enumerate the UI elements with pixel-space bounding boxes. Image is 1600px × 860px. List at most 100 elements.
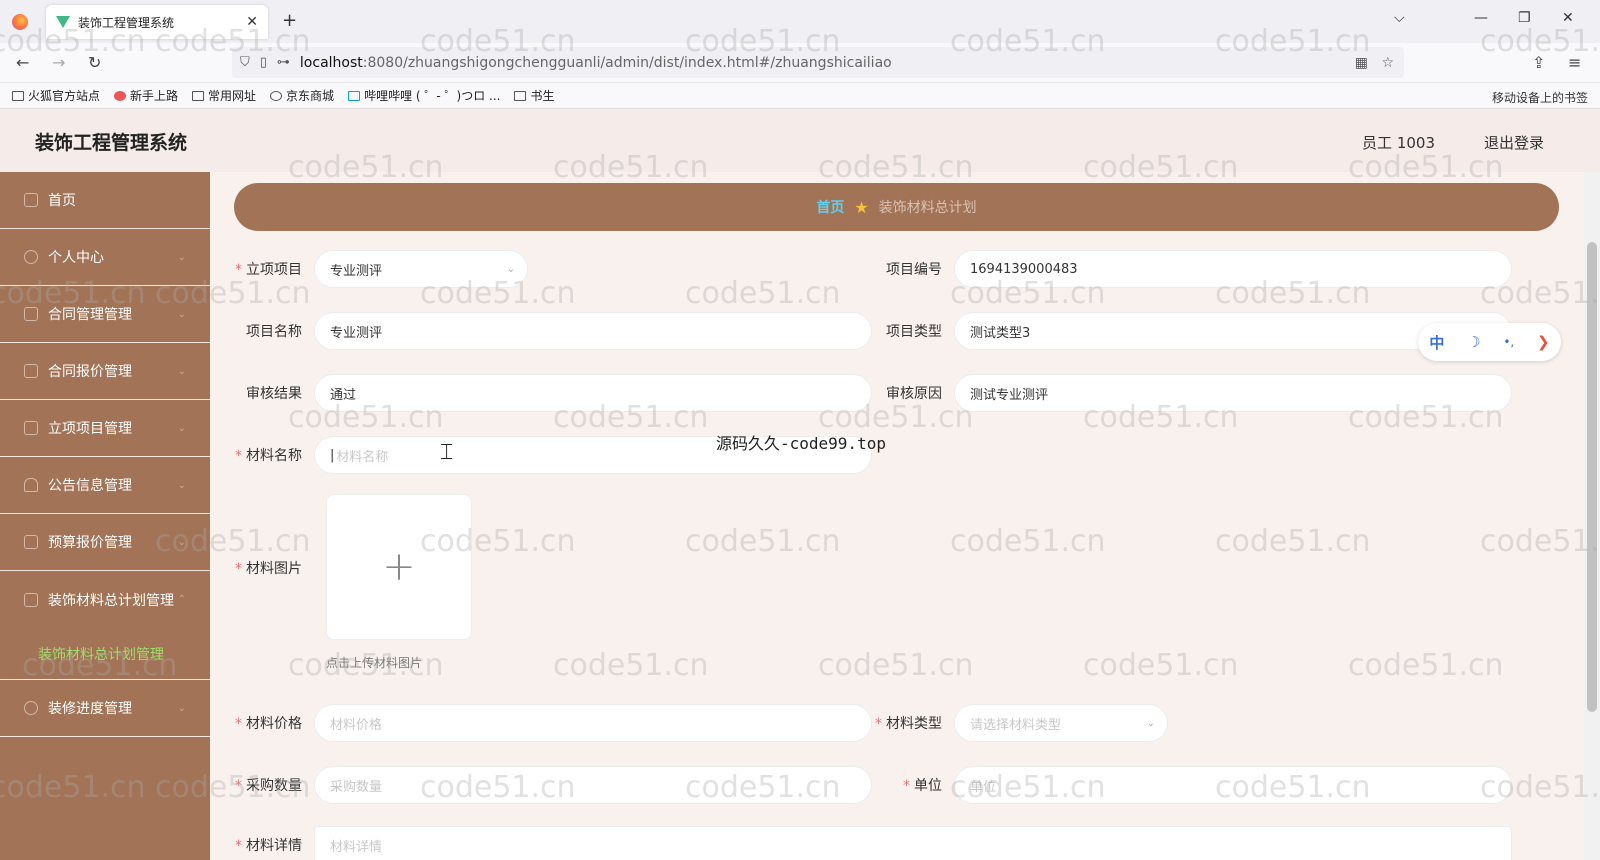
restore-icon[interactable]: ❐ [1518, 10, 1531, 26]
upload-hint: 点击上传材料图片 [326, 656, 423, 670]
bookmark-item[interactable]: 京东商城 [270, 87, 334, 104]
sidebar-item-label: 合同管理管理 [48, 307, 132, 323]
logout-button[interactable]: 退出登录 [1484, 132, 1544, 153]
text-cursor-icon: ⌶ [440, 440, 454, 465]
clock-icon [24, 701, 38, 715]
bookmark-star-icon[interactable]: ☆ [1381, 55, 1394, 71]
folder-icon [12, 90, 24, 101]
sidebar-item-budget[interactable]: 预算报价管理 ⌄ [0, 514, 210, 571]
language-button[interactable]: 中 [1429, 332, 1444, 353]
bell-icon [24, 478, 38, 492]
punctuation-icon[interactable]: •, [1503, 335, 1514, 349]
project-no-label: 项目编号 [886, 262, 942, 278]
bookmark-label: 新手上路 [130, 89, 179, 103]
menu-icon[interactable]: ≡ [1568, 53, 1581, 72]
plus-icon: + [382, 544, 416, 590]
star-icon: ★ [854, 197, 869, 217]
label-text: 单位 [914, 778, 942, 794]
url-bar[interactable]: ⛉ ▯ ⊶ localhost:8080/zhuangshigongchengg… [232, 47, 1404, 78]
audit-result-label: 审核结果 [246, 386, 302, 402]
chevron-down-icon: ⌄ [177, 308, 186, 320]
detail-input[interactable]: 材料详情 [314, 826, 1512, 860]
sidebar-subitem-label: 装饰材料总计划管理 [38, 646, 164, 663]
material-type-select[interactable]: 请选择材料类型 ⌄ [954, 704, 1168, 742]
breadcrumb-home[interactable]: 首页 [816, 197, 844, 217]
material-type-placeholder: 请选择材料类型 [970, 717, 1062, 733]
browser-nav-bar: ← → ↻ ⛉ ▯ ⊶ localhost:8080/zhuangshigong… [0, 43, 1600, 83]
moon-icon[interactable]: ☽ [1467, 333, 1480, 351]
tab-list-icon[interactable]: ⌵ [1394, 10, 1405, 26]
sidebar-subitem-material-plan[interactable]: 装饰材料总计划管理 [0, 628, 210, 680]
label-text: 立项项目 [246, 262, 302, 278]
sidebar-item-notice[interactable]: 公告信息管理 ⌄ [0, 457, 210, 514]
sidebar-item-progress[interactable]: 装修进度管理 ⌄ [0, 680, 210, 737]
label-text: 材料图片 [246, 561, 302, 577]
material-price-input[interactable]: 材料价格 [314, 704, 872, 742]
project-no-field[interactable]: 1694139000483 [954, 250, 1512, 288]
form-row-project-no: 项目编号 1694139000483 [874, 250, 1512, 288]
image-upload-button[interactable]: + [326, 494, 472, 640]
browser-tab[interactable]: 装饰工程管理系统 ✕ [46, 5, 268, 39]
close-tab-icon[interactable]: ✕ [246, 14, 258, 30]
url-host: localhost [299, 54, 363, 71]
form-row-material-type: * 材料类型 请选择材料类型 ⌄ [874, 704, 1168, 742]
unit-label: * 单位 [903, 778, 942, 794]
audit-reason-field[interactable]: 测试专业测评 [954, 374, 1512, 412]
scrollbar-thumb[interactable] [1587, 242, 1597, 712]
chevron-up-icon: ⌃ [177, 594, 186, 605]
page-scrollbar[interactable] [1584, 172, 1600, 860]
bilibili-icon [348, 90, 361, 101]
window-close-icon[interactable]: ✕ [1562, 10, 1574, 26]
overlay-watermark-text: 源码久久-code99.top [716, 434, 886, 453]
folder-icon [514, 90, 527, 101]
chevron-down-icon: ⌄ [177, 251, 186, 263]
bookmark-item[interactable]: 常用网址 [192, 87, 256, 104]
mobile-bookmarks[interactable]: 移动设备上的书签 [1492, 89, 1588, 106]
audit-result-value: 通过 [330, 387, 357, 403]
quantity-input[interactable]: 采购数量 [314, 766, 872, 804]
form-row-project-type: 项目类型 测试类型3 [874, 312, 1512, 350]
doc-icon [24, 535, 38, 549]
chevron-down-icon: ⌄ [506, 263, 515, 275]
qr-code-icon[interactable]: ▦ [1355, 55, 1368, 71]
chevron-down-icon: ⌄ [1146, 717, 1155, 729]
audit-result-field[interactable]: 通过 [314, 374, 872, 412]
app-title: 装饰工程管理系统 [35, 131, 188, 154]
sidebar-item-label: 预算报价管理 [48, 535, 132, 551]
project-name-field[interactable]: 专业测评 [314, 312, 872, 350]
minimize-icon[interactable]: — [1474, 10, 1488, 26]
user-name: 员工 1003 [1362, 134, 1435, 152]
chevron-down-icon: ⌄ [177, 479, 186, 491]
url-path: :8080/zhuangshigongchengguanli/admin/dis… [362, 54, 892, 71]
sidebar-item-contract-quote[interactable]: 合同报价管理 ⌄ [0, 343, 210, 400]
new-tab-icon[interactable]: + [282, 10, 297, 31]
back-icon[interactable]: ← [16, 53, 29, 72]
form-row-quantity: * 采购数量 采购数量 [234, 766, 872, 804]
sidebar-item-home[interactable]: 首页 [0, 172, 210, 229]
project-type-label: 项目类型 [886, 324, 942, 340]
bookmark-item[interactable]: 火狐官方站点 [12, 87, 100, 104]
bookmark-label: 移动设备上的书签 [1491, 91, 1588, 105]
extensions-icon[interactable]: ⇪ [1532, 53, 1545, 72]
detail-label: * 材料详情 [235, 838, 302, 854]
chevron-right-icon[interactable]: ❯ [1537, 333, 1550, 351]
sidebar-item-material-plan[interactable]: 装饰材料总计划管理 ⌃ [0, 571, 210, 628]
unit-input[interactable]: 单位 [954, 766, 1512, 804]
breadcrumb: 首页 ★ 装饰材料总计划 [234, 183, 1559, 231]
bookmark-item[interactable]: 新手上路 [114, 87, 178, 104]
reload-icon[interactable]: ↻ [88, 53, 101, 72]
sidebar-item-contract[interactable]: 合同管理管理 ⌄ [0, 286, 210, 343]
bookmarks-bar: 火狐官方站点 新手上路 常用网址 京东商城 哔哩哔哩 ( ゜- ゜)つロ ...… [0, 83, 1600, 109]
vue-logo-icon [56, 16, 70, 28]
sidebar-item-project[interactable]: 立项项目管理 ⌄ [0, 400, 210, 457]
form-row-project-name: 项目名称 专业测评 [234, 312, 872, 350]
user-icon [24, 250, 38, 264]
bookmark-item[interactable]: 哔哩哔哩 ( ゜- ゜)つロ ... [348, 87, 500, 104]
main-content: 首页 ★ 装饰材料总计划 * 立项项目 专业测评 ⌄ 项目编号 1694139000… [210, 172, 1584, 860]
sidebar-item-label: 公告信息管理 [48, 478, 132, 494]
bookmark-item[interactable]: 书生 [514, 87, 554, 104]
project-select[interactable]: 专业测评 ⌄ [314, 250, 528, 288]
sidebar-item-profile[interactable]: 个人中心 ⌄ [0, 229, 210, 286]
form-row-detail: * 材料详情 材料详情 [234, 826, 1512, 860]
forward-icon[interactable]: → [52, 53, 65, 72]
